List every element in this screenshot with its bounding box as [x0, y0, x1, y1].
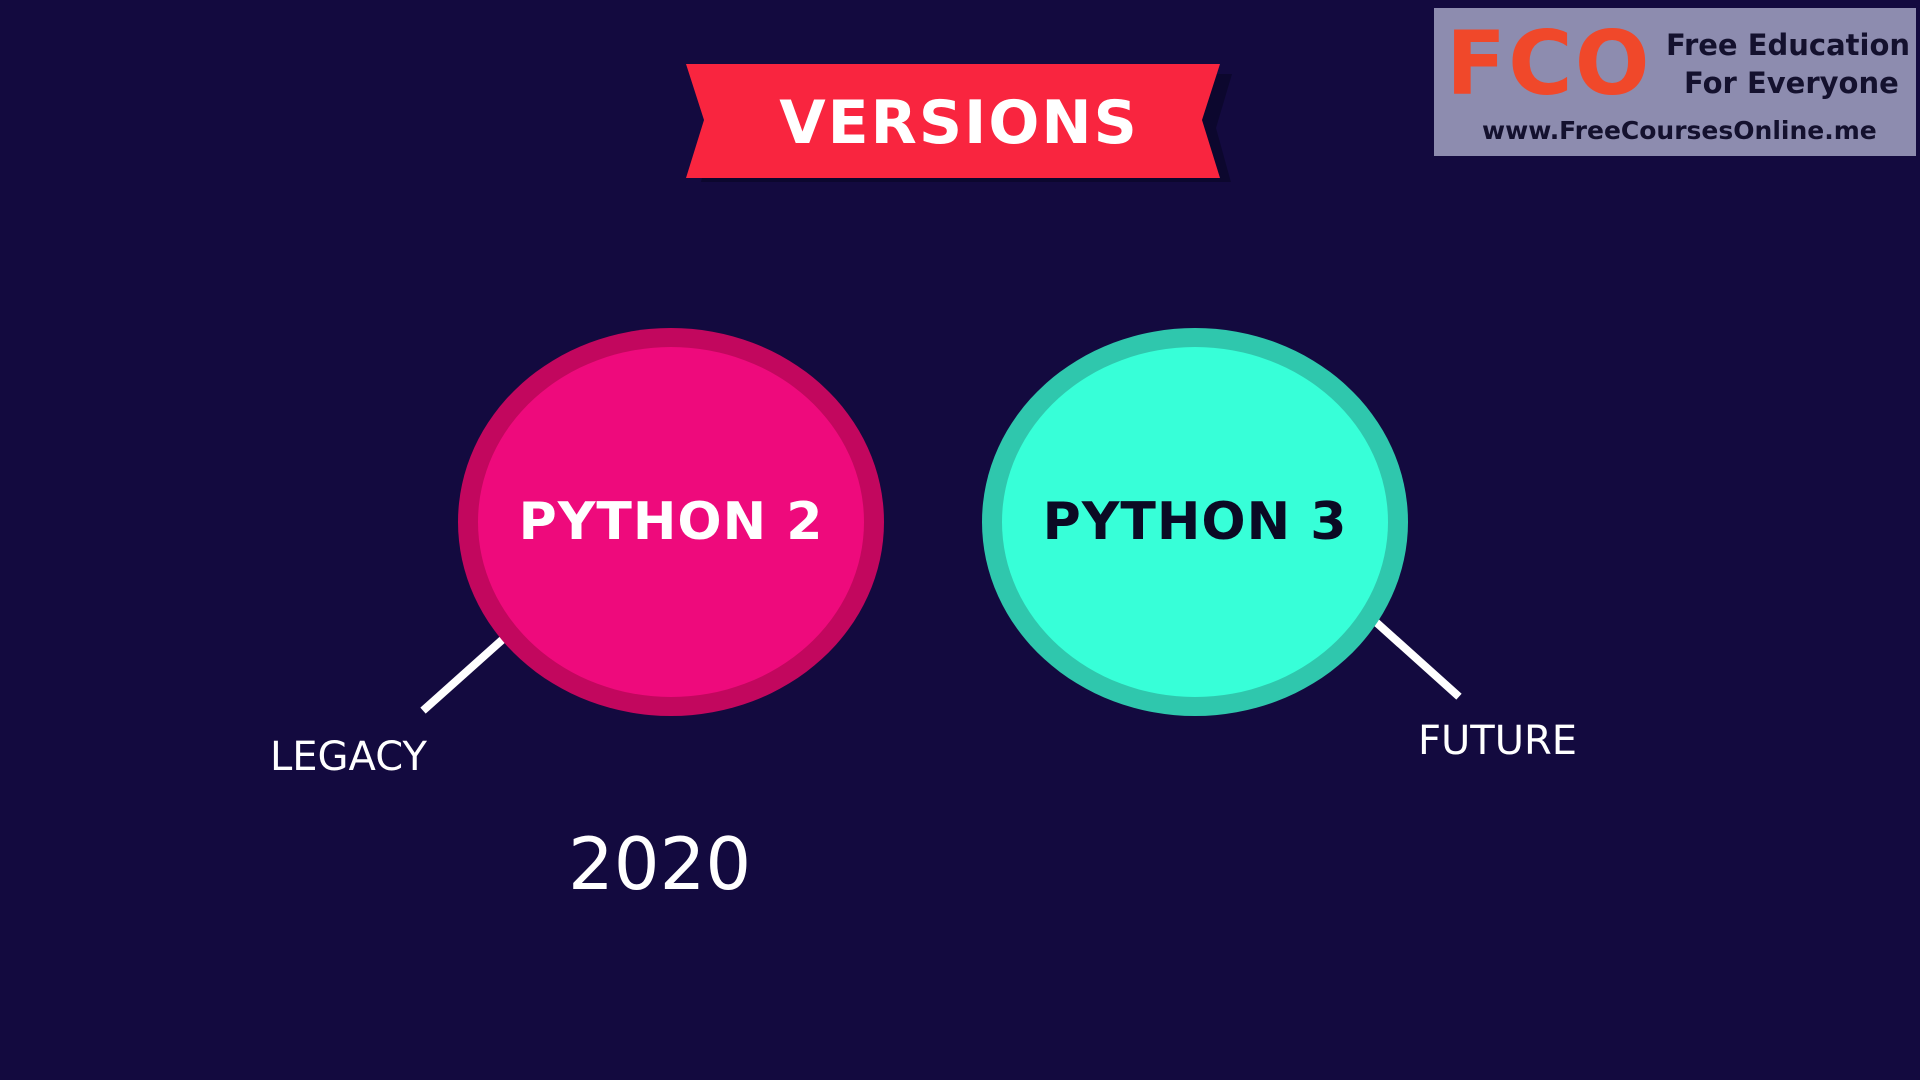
future-connector-line: [1372, 618, 1462, 700]
logo-tagline-line2: For Everyone: [1684, 66, 1899, 100]
logo-mark: FCO: [1446, 12, 1652, 115]
python3-circle-inner: PYTHON 3: [1002, 347, 1388, 697]
python3-circle: PYTHON 3: [982, 328, 1408, 716]
python2-label: PYTHON 2: [518, 492, 824, 552]
python3-label: PYTHON 3: [1042, 492, 1348, 552]
legacy-caption: LEGACY: [270, 734, 427, 780]
end-of-life-year: 2020: [568, 822, 752, 906]
title-banner: VERSIONS: [686, 64, 1232, 182]
logo-tagline-line1: Free Education: [1666, 28, 1911, 62]
slide: VERSIONS FCO Free Education For Everyone…: [0, 0, 1920, 1080]
title-text: VERSIONS: [779, 88, 1139, 158]
python2-circle-inner: PYTHON 2: [478, 347, 864, 697]
logo-url: www.FreeCoursesOnline.me: [1482, 116, 1877, 145]
python2-circle: PYTHON 2: [458, 328, 884, 716]
future-caption: FUTURE: [1418, 718, 1578, 764]
watermark-logo: FCO Free Education For Everyone www.Free…: [1434, 8, 1916, 156]
